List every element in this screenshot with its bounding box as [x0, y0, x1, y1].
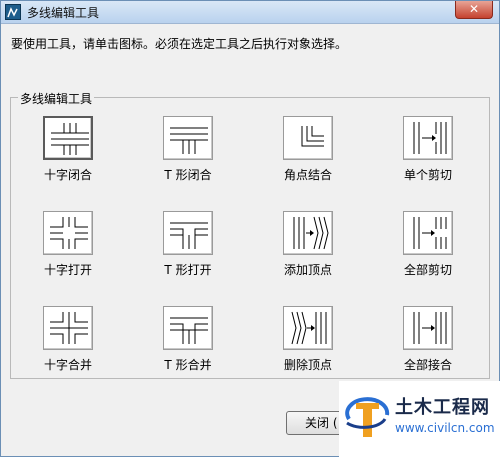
tool-label: T 形打开 [164, 263, 212, 277]
tool-label: 十字合并 [43, 358, 92, 372]
watermark-url: www.civilcn.com [395, 421, 495, 435]
civilcn-logo-icon [343, 389, 391, 441]
tool-label: T 形合并 [164, 358, 212, 372]
instruction-text: 要使用工具，请单击图标。必须在选定工具之后执行对象选择。 [11, 37, 348, 51]
cut-all-icon[interactable] [403, 211, 453, 255]
tool-t-closed[interactable]: T 形闭合 [135, 116, 245, 196]
tool-label: 角点结合 [283, 168, 332, 182]
group-label: 多线编辑工具 [18, 90, 95, 107]
app-icon [5, 4, 21, 20]
title-bar[interactable]: 多线编辑工具 ✕ [1, 1, 499, 24]
cut-single-icon[interactable] [403, 116, 453, 160]
tool-weld-all[interactable]: 全部接合 [375, 306, 485, 386]
tool-label: 十字打开 [43, 263, 92, 277]
tool-label: 单个剪切 [403, 168, 452, 182]
watermark-title: 土木工程网 [395, 397, 490, 418]
delete-vertex-icon[interactable] [283, 306, 333, 350]
cross-closed-icon[interactable] [43, 116, 93, 160]
corner-joint-icon[interactable] [283, 116, 333, 160]
tool-label: 全部剪切 [403, 263, 452, 277]
tool-t-merged[interactable]: T 形合并 [135, 306, 245, 386]
weld-all-icon[interactable] [403, 306, 453, 350]
cross-merged-icon[interactable] [43, 306, 93, 350]
tool-delete-vertex[interactable]: 删除顶点 [255, 306, 365, 386]
tool-cut-all[interactable]: 全部剪切 [375, 211, 485, 291]
tool-label: T 形闭合 [164, 168, 212, 182]
tool-t-open[interactable]: T 形打开 [135, 211, 245, 291]
tool-add-vertex[interactable]: 添加顶点 [255, 211, 365, 291]
tool-label: 全部接合 [403, 358, 452, 372]
watermark: 土木工程网 www.civilcn.com [339, 381, 500, 458]
t-closed-icon[interactable] [163, 116, 213, 160]
tool-label: 十字闭合 [43, 168, 92, 182]
tool-cross-open[interactable]: 十字打开 [15, 211, 125, 291]
tool-corner-joint[interactable]: 角点结合 [255, 116, 365, 196]
tool-cut-single[interactable]: 单个剪切 [375, 116, 485, 196]
t-merged-icon[interactable] [163, 306, 213, 350]
t-open-icon[interactable] [163, 211, 213, 255]
tool-cross-closed[interactable]: 十字闭合 [15, 116, 125, 196]
cross-open-icon[interactable] [43, 211, 93, 255]
add-vertex-icon[interactable] [283, 211, 333, 255]
tool-label: 添加顶点 [283, 263, 332, 277]
multiline-edit-dialog: 多线编辑工具 ✕ 要使用工具，请单击图标。必须在选定工具之后执行对象选择。 多线… [0, 0, 500, 458]
window-title: 多线编辑工具 [27, 6, 100, 20]
tool-label: 删除顶点 [283, 358, 332, 372]
window-close-button[interactable]: ✕ [455, 1, 493, 19]
tool-cross-merged[interactable]: 十字合并 [15, 306, 125, 386]
